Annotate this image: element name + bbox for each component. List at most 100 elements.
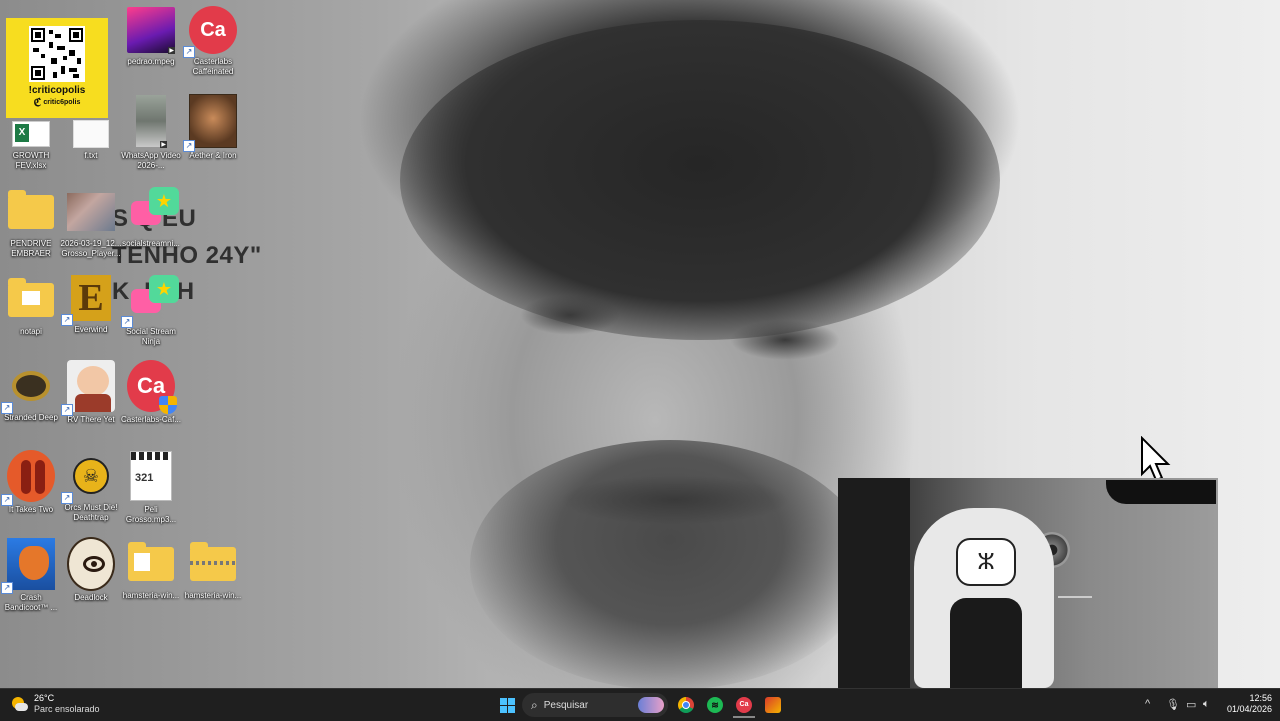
- qr-card-brand-text: critic6polis: [43, 99, 81, 106]
- chair-headrest: ⵣ: [956, 538, 1016, 586]
- desktop-icon-social-stream-ninja[interactable]: ★ ↗ Social Stream Ninja: [120, 272, 182, 347]
- desktop-icon-label: Everwind: [74, 325, 108, 334]
- webcam-dark-shape: [1106, 480, 1216, 504]
- excel-file-icon: X: [12, 121, 50, 147]
- shortcut-arrow-icon: ↗: [183, 140, 195, 152]
- shield-icon: [159, 396, 177, 414]
- spotify-icon: ≋: [707, 697, 723, 713]
- desktop-icon-label: PENDRIVE EMBRAER: [10, 239, 52, 258]
- shortcut-arrow-icon: ↗: [61, 314, 73, 326]
- desktop-wallpaper: S Q EU TENHO 24Y" K, PAH !criticopolis ℭ…: [0, 0, 1280, 688]
- clock-time: 12:56: [1249, 693, 1272, 703]
- shortcut-arrow-icon: ↗: [1, 582, 13, 594]
- mustache-shape: [560, 475, 790, 525]
- game-icon: [7, 450, 55, 502]
- search-highlight-icon: [638, 697, 664, 713]
- desktop-icon-label: Stranded Deep: [4, 413, 58, 422]
- desktop-icon-pendrive-embraer[interactable]: PENDRIVE EMBRAER: [0, 188, 62, 259]
- desktop-icon-orcs-must-die[interactable]: ☠ ↗ Orcs Must Die! Deathtrap: [60, 452, 122, 523]
- desktop-icon-crash-bandicoot[interactable]: ↗ Crash Bandicoot™ ...: [0, 538, 62, 613]
- microphone-icon[interactable]: 🎙︎: [1166, 698, 1180, 711]
- taskbar-search-box[interactable]: ⌕ Pesquisar: [522, 693, 668, 717]
- game-icon: [67, 360, 115, 412]
- taskbar-game-app[interactable]: [762, 694, 784, 716]
- desktop-icon-peli-grosso-mp3[interactable]: 321 Peli Grosso.mp3...: [120, 450, 182, 525]
- qr-code-card: !criticopolis ℭ critic6polis: [6, 18, 108, 118]
- shortcut-arrow-icon: ↗: [61, 404, 73, 416]
- media-file-icon: 321: [130, 451, 172, 501]
- desktop-icon-stranded-deep[interactable]: ↗ Stranded Deep: [0, 362, 62, 423]
- desktop-icon-label: Orcs Must Die! Deathtrap: [64, 503, 118, 522]
- desktop-icon-label: f.txt: [84, 151, 98, 160]
- clock-date: 01/04/2026: [1226, 704, 1272, 714]
- network-icon[interactable]: ▭: [1186, 698, 1196, 711]
- desktop-icon-label: Crash Bandicoot™ ...: [4, 593, 58, 612]
- taskbar-chrome[interactable]: [675, 694, 697, 716]
- desktop-icon-casterlabs-caffeinated[interactable]: Ca ↗ Casterlabs Caffeinated: [182, 6, 244, 77]
- shortcut-arrow-icon: ↗: [183, 46, 195, 58]
- volume-icon[interactable]: 🔈︎: [1203, 698, 1210, 711]
- taskbar: 26°C Parc ensolarado ⌕ Pesquisar ≋ Ca ^ …: [0, 688, 1280, 721]
- desktop-icon-label: 2026-03-19_12... Grosso_Player...: [60, 239, 122, 258]
- social-stream-icon: ★: [127, 273, 179, 323]
- everwind-icon: E: [71, 275, 111, 321]
- desktop-icon-label: notapi: [20, 327, 42, 336]
- desktop-icon-notapi[interactable]: notapi: [0, 276, 62, 337]
- desktop-icon-screenshot[interactable]: 2026-03-19_12... Grosso_Player...: [60, 188, 122, 259]
- clock[interactable]: 12:56 01/04/2026: [1222, 693, 1272, 715]
- desktop-icon-growth-xlsx[interactable]: X GROWTH FEV.xlsx: [0, 120, 62, 171]
- video-badge-icon: ▶: [168, 47, 175, 54]
- zip-folder-icon: [190, 542, 236, 581]
- social-stream-icon: ★: [127, 185, 179, 235]
- casterlabs-icon: Ca: [736, 697, 752, 713]
- game-icon: [12, 371, 50, 401]
- right-eye-shape: [730, 320, 840, 360]
- desktop-icon-label: Deadlock: [74, 593, 108, 602]
- desktop-icon-label: Social Stream Ninja: [126, 327, 176, 346]
- shortcut-arrow-icon: ↗: [1, 402, 13, 414]
- desktop-icon-everwind[interactable]: E ↗ Everwind: [60, 274, 122, 335]
- desktop-icon-whatsapp-video[interactable]: ▶ WhatsApp Video 2026-...: [120, 94, 182, 171]
- deadlock-icon: [67, 537, 115, 591]
- desktop-icon-socialstreamninja-file[interactable]: ★ socialstreamni...: [120, 184, 182, 249]
- desktop-icon-pedrao[interactable]: ▶ pedrao.mpeg: [120, 6, 182, 67]
- game-icon: ☠: [73, 458, 109, 494]
- game-icon: [7, 538, 55, 590]
- desktop-icon-label: Casterlabs Caffeinated: [192, 57, 234, 76]
- weather-desc: Parc ensolarado: [34, 704, 100, 714]
- casterlabs-icon: Ca: [189, 6, 237, 54]
- start-button[interactable]: [496, 694, 518, 716]
- hair-shape: [400, 20, 1000, 340]
- taskbar-spotify[interactable]: ≋: [704, 694, 726, 716]
- taskbar-casterlabs[interactable]: Ca: [733, 694, 755, 718]
- desktop-icon-label: WhatsApp Video 2026-...: [121, 151, 181, 170]
- search-placeholder: Pesquisar: [543, 699, 589, 711]
- shortcut-arrow-icon: ↗: [61, 492, 73, 504]
- criticopolis-logo-icon: ℭ: [33, 97, 42, 109]
- image-thumbnail-icon: [67, 193, 115, 231]
- desktop-icon-label: Casterlabs-Caf...: [120, 415, 182, 424]
- weather-widget[interactable]: 26°C Parc ensolarado: [10, 693, 100, 715]
- chrome-icon: [678, 697, 694, 713]
- desktop-icon-label: hamsteria-win...: [122, 591, 180, 600]
- desktop-icon-hamsteria-win-folder[interactable]: hamsteria-win...: [120, 540, 182, 601]
- desktop-icon-it-takes-two[interactable]: ↗ It Takes Two: [0, 450, 62, 515]
- chevron-up-icon[interactable]: ^: [1145, 698, 1150, 710]
- webcam-overlay: ⵣ: [838, 478, 1218, 688]
- qr-card-brand: ℭ critic6polis: [34, 96, 81, 109]
- desktop-icon-deadlock[interactable]: Deadlock: [60, 537, 122, 603]
- folder-icon: [8, 190, 54, 229]
- desktop-icon-hamsteria-win-zip[interactable]: hamsteria-win...: [182, 540, 244, 601]
- desktop-icon-label: socialstreamni...: [122, 239, 180, 248]
- game-icon: [765, 697, 781, 713]
- desktop-icon-label: It Takes Two: [8, 505, 54, 514]
- desktop-icon-label: pedrao.mpeg: [127, 57, 175, 66]
- desktop-icon-f-txt[interactable]: f.txt: [60, 120, 122, 161]
- shortcut-arrow-icon: ↗: [121, 316, 133, 328]
- video-badge-icon: ▶: [160, 141, 167, 148]
- qr-code-icon: [29, 26, 85, 82]
- desktop-icon-rv-there-yet[interactable]: ↗ RV There Yet: [60, 360, 122, 425]
- desktop-icon-casterlabs-caf[interactable]: Ca Casterlabs-Caf...: [120, 360, 182, 425]
- desktop-icon-aether-iron[interactable]: ↗ Aether & Iron: [182, 94, 244, 161]
- left-eye-shape: [520, 295, 620, 335]
